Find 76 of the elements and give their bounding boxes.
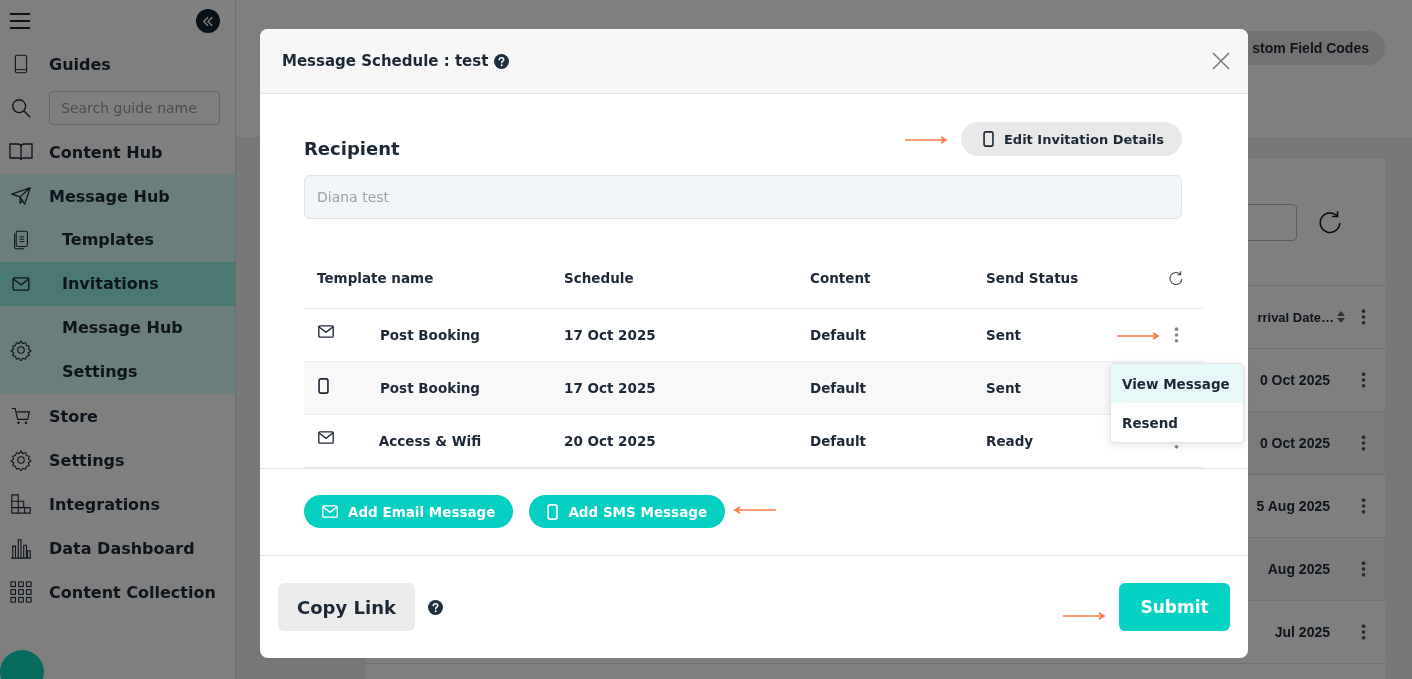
column-header: Content [810,269,872,286]
nav-item[interactable]: Integrations [0,482,235,526]
collapse-button[interactable] [196,9,220,33]
more-options-icon[interactable] [1360,434,1366,452]
phone-icon [12,53,29,75]
annotation-arrow [904,136,948,144]
phone-icon [547,503,559,520]
column-header: Template name [316,269,435,286]
nav-item[interactable]: Templates [0,218,235,262]
paper-plane-icon [9,185,32,207]
table-cell: Ready [986,433,1034,449]
double-chevron-left-icon [202,15,214,27]
sort-icon[interactable] [1336,310,1346,324]
table-cell-text: 0 Oct 2025 [1259,372,1331,388]
annotation-arrow [733,506,777,514]
table-cell-text: Default [810,433,868,449]
cart-icon [10,406,31,426]
envelope-icon [318,325,334,338]
nav-item[interactable]: Data Dashboard [0,526,235,570]
annotation-arrow [1116,332,1160,340]
more-options-icon[interactable] [1173,326,1179,344]
help-icon[interactable] [428,599,443,615]
more-options-icon[interactable] [1360,308,1366,326]
book-icon [8,142,33,162]
refresh-icon[interactable] [1168,269,1184,286]
grid-icon [9,581,32,603]
gear-icon [9,449,32,471]
table-cell: Sent [986,327,1021,343]
more-options-icon[interactable] [1360,623,1366,641]
nav-item[interactable]: Content Collection [0,570,235,614]
table-cell-text: 17 Oct 2025 [563,327,657,343]
table-cell-text: Post Booking [378,380,482,396]
nav-item[interactable]: Message Hub Settings [0,306,235,394]
bar-chart-icon [9,537,32,559]
table-cell-text: 17 Oct 2025 [563,380,657,396]
more-options-icon[interactable] [1360,497,1366,515]
annotation-arrow [1062,612,1106,620]
nav-item[interactable]: Message Hub [0,174,235,218]
table-cell-text: Aug 2025 [1267,561,1331,577]
nav-item[interactable]: Content Hub [0,130,235,174]
envelope-icon [11,277,30,291]
close-icon[interactable] [1212,52,1230,70]
phone-icon [318,378,329,394]
table-cell-text: Default [810,327,868,343]
column-header[interactable]: rrival Date… [1257,309,1336,325]
table-cell-text: Post Booking [378,327,482,343]
menu-item[interactable]: Resend [1111,403,1243,442]
gear-icon [9,339,32,361]
table-cell-text: 0 Oct 2025 [1259,435,1331,451]
table-cell-text: Default [810,380,868,396]
nav-item[interactable]: Invitations [0,262,235,306]
nav-item[interactable]: Guides [0,42,235,86]
document-icon [12,230,29,250]
menu-item[interactable]: View Message [1111,364,1243,403]
envelope-icon [322,505,338,518]
nav-item[interactable]: Settings [0,438,235,482]
menu-icon[interactable] [10,13,30,29]
nav-item[interactable]: Store [0,394,235,438]
refresh-icon[interactable] [1317,209,1343,235]
column-header: Schedule [563,269,635,286]
envelope-icon [318,431,334,444]
modal-title: Message Schedule : test [282,52,489,70]
table-cell: Sent [986,380,1021,396]
more-options-icon[interactable] [1360,371,1366,389]
table-cell-text: Access & Wifi [377,433,483,449]
column-header: Send Status [986,269,1079,286]
phone-icon [982,131,994,147]
table-cell-text: 5 Aug 2025 [1256,498,1331,514]
table-cell-text: 20 Oct 2025 [563,433,657,449]
blocks-icon [9,493,32,515]
more-options-icon[interactable] [1360,560,1366,578]
table-cell-text: Jul 2025 [1274,624,1331,640]
recipient-label: Recipient [304,138,400,160]
copy-link-button[interactable]: Copy Link [278,583,415,631]
search-icon [9,97,32,119]
help-icon[interactable] [494,53,510,69]
